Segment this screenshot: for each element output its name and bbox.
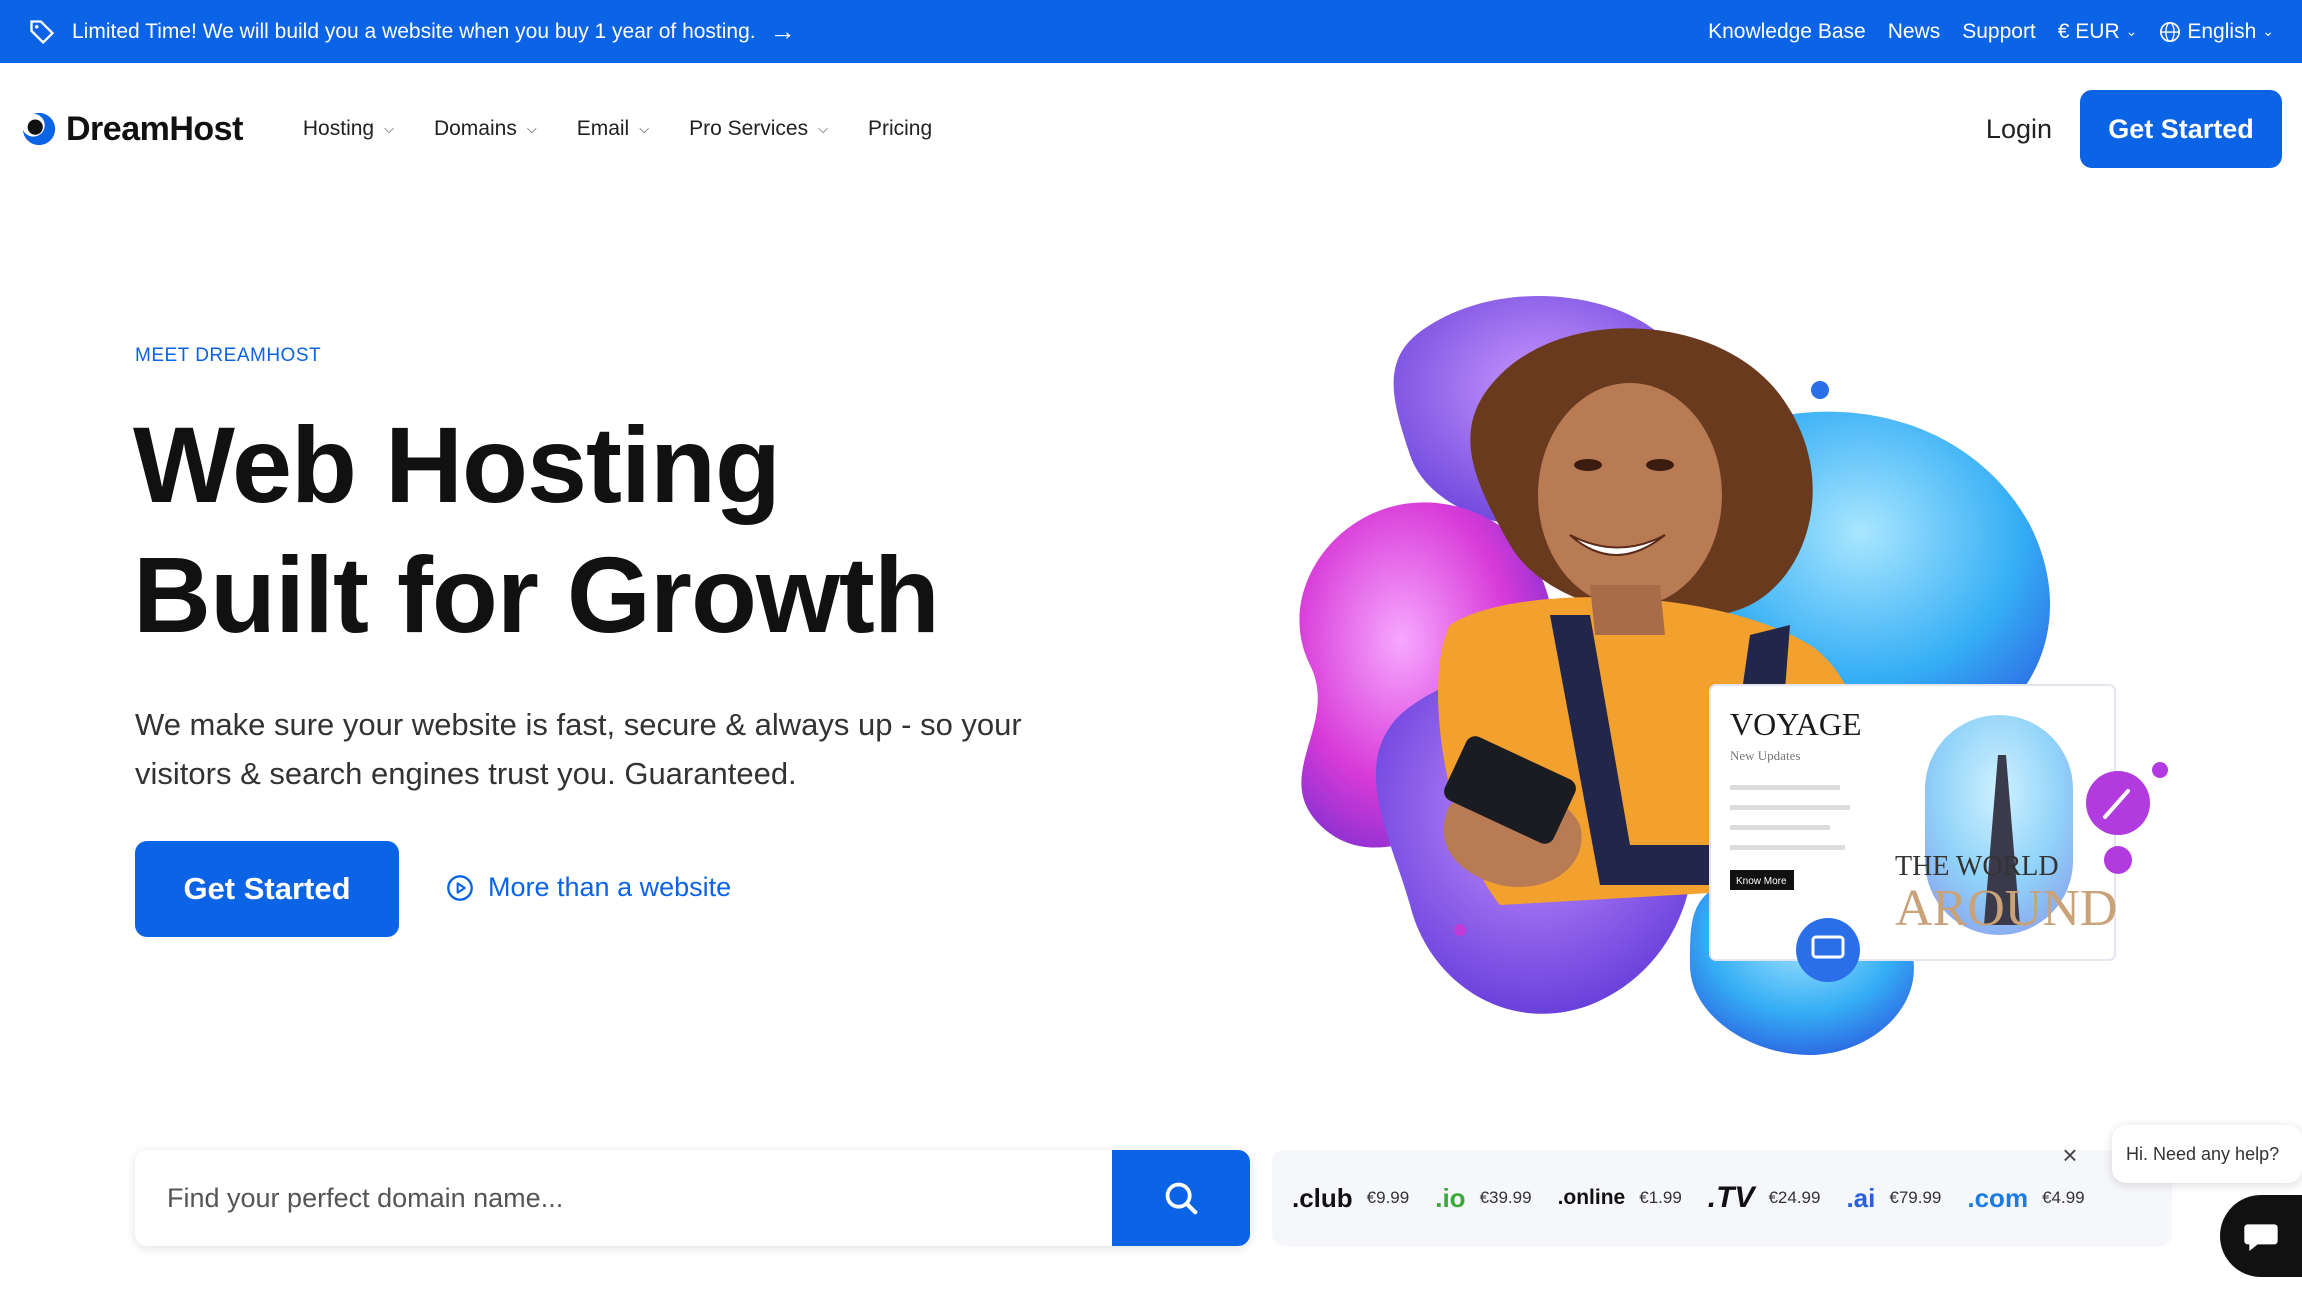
nav-item-label: Email — [576, 117, 630, 140]
chat-launcher-button[interactable] — [2220, 1195, 2302, 1277]
chevron-down-icon: ⌵ — [639, 121, 650, 136]
arrow-right-icon[interactable]: → — [770, 16, 796, 47]
chat-icon — [2244, 1224, 2278, 1251]
card-button-label: Know More — [1736, 876, 1787, 887]
hero-headline: Web Hosting Built for Growth — [133, 400, 940, 660]
chevron-down-icon: ⌄ — [2262, 23, 2274, 39]
news-link[interactable]: News — [1888, 20, 1941, 44]
logo[interactable]: DreamHost — [20, 110, 243, 149]
knowledge-base-link[interactable]: Knowledge Base — [1708, 20, 1866, 44]
domain-search — [135, 1150, 1250, 1246]
tld-name: .TV — [1707, 1181, 1755, 1214]
nav-item-email[interactable]: Email ⌵ — [577, 117, 649, 141]
chevron-down-icon: ⌵ — [526, 121, 537, 136]
tld-ai[interactable]: .ai €79.99 — [1846, 1183, 1941, 1214]
support-link[interactable]: Support — [1962, 20, 2036, 44]
tld-price: €39.99 — [1479, 1188, 1532, 1207]
hero-get-started-button[interactable]: Get Started — [135, 841, 399, 937]
dreamhost-logo-icon — [21, 112, 56, 146]
purple-dot — [2152, 762, 2168, 778]
tld-name: .com — [1967, 1182, 2029, 1213]
nav-item-pricing[interactable]: Pricing — [868, 117, 932, 141]
main-nav: DreamHost Hosting ⌵ Domains ⌵ Email ⌵ Pro S… — [0, 63, 2302, 195]
tld-price: €24.99 — [1768, 1188, 1821, 1207]
nav-item-label: Hosting — [302, 117, 375, 140]
chat-greeting[interactable]: Hi. Need any help? — [2112, 1125, 2302, 1183]
chevron-down-icon: ⌵ — [384, 121, 394, 136]
tld-name: .club — [1292, 1182, 1353, 1213]
monitor-badge-icon — [1796, 918, 1860, 982]
chevron-down-icon: ⌄ — [2125, 23, 2138, 39]
tld-price: €4.99 — [2042, 1188, 2085, 1207]
nav-item-label: Domains — [433, 117, 517, 140]
eye-right — [1646, 459, 1674, 471]
more-link-label: More than a website — [488, 872, 732, 902]
nav-item-domains[interactable]: Domains ⌵ — [434, 117, 537, 141]
card-overlay-1: THE WORLD — [1895, 851, 2059, 882]
website-card: VOYAGE New Updates Know More THE WORLD A… — [1709, 684, 2150, 982]
card-subtitle: New Updates — [1730, 748, 1800, 763]
tld-io[interactable]: .io €39.99 — [1435, 1183, 1531, 1214]
nav-item-label: Pricing — [867, 117, 933, 140]
currency-select[interactable]: € EUR ⌄ — [2058, 20, 2138, 44]
domain-search-input[interactable] — [135, 1150, 1112, 1246]
tld-tv[interactable]: .TV €24.99 — [1708, 1181, 1821, 1215]
headline-line-2: Built for Growth — [133, 534, 940, 655]
promo-bar: Limited Time! We will build you a websit… — [0, 0, 2302, 63]
card-overlay-2: AROUND — [1895, 880, 2117, 937]
language-select[interactable]: English ⌄ — [2159, 20, 2274, 44]
tld-com[interactable]: .com €4.99 — [1967, 1183, 2084, 1214]
login-link[interactable]: Login — [1986, 114, 2052, 145]
tld-price: €1.99 — [1639, 1188, 1682, 1207]
more-than-a-website-link[interactable]: More than a website — [446, 872, 731, 903]
pink-dot — [1454, 924, 1466, 936]
tld-price-list: .club €9.99 .io €39.99 .online €1.99 .TV €24… — [1272, 1150, 2172, 1246]
tld-price: €79.99 — [1889, 1188, 1942, 1207]
chevron-down-icon: ⌵ — [818, 121, 828, 136]
search-button[interactable] — [1112, 1150, 1250, 1246]
currency-label: € EUR — [2057, 19, 2120, 43]
blue-dot — [1811, 381, 1829, 399]
tld-club[interactable]: .club €9.99 — [1292, 1183, 1409, 1214]
hero-subtext: We make sure your website is fast, secur… — [135, 707, 1022, 791]
tag-icon — [28, 18, 56, 46]
globe-icon — [2160, 21, 2181, 42]
hero-illustration: VOYAGE New Updates Know More THE WORLD A… — [1299, 296, 2168, 1055]
eye-left — [1574, 459, 1602, 471]
tld-name: .io — [1435, 1182, 1466, 1213]
hero-eyebrow: MEET DREAMHOST — [135, 345, 322, 366]
get-started-button[interactable]: Get Started — [2080, 90, 2282, 168]
promo-text[interactable]: Limited Time! We will build you a websit… — [72, 20, 756, 44]
neck — [1590, 585, 1665, 635]
tld-price: €9.99 — [1366, 1188, 1410, 1207]
nav-item-pro-services[interactable]: Pro Services ⌵ — [689, 117, 828, 141]
tld-name: .online — [1557, 1186, 1626, 1209]
card-title: VOYAGE — [1730, 706, 1862, 742]
chat-close-icon[interactable]: × — [2055, 1140, 2085, 1170]
language-label: English — [2187, 19, 2257, 43]
face — [1538, 383, 1722, 607]
tld-name: .ai — [1846, 1182, 1876, 1213]
nav-item-label: Pro Services — [689, 117, 809, 140]
nav-menu: Hosting ⌵ Domains ⌵ Email ⌵ Pro Services ⌵ P… — [303, 117, 932, 141]
nav-item-hosting[interactable]: Hosting ⌵ — [303, 117, 394, 141]
play-circle-icon — [447, 874, 473, 901]
headline-line-1: Web Hosting — [133, 404, 781, 525]
brand-name: DreamHost — [66, 109, 243, 148]
tld-online[interactable]: .online €1.99 — [1558, 1186, 1682, 1210]
search-icon — [1165, 1182, 1198, 1215]
